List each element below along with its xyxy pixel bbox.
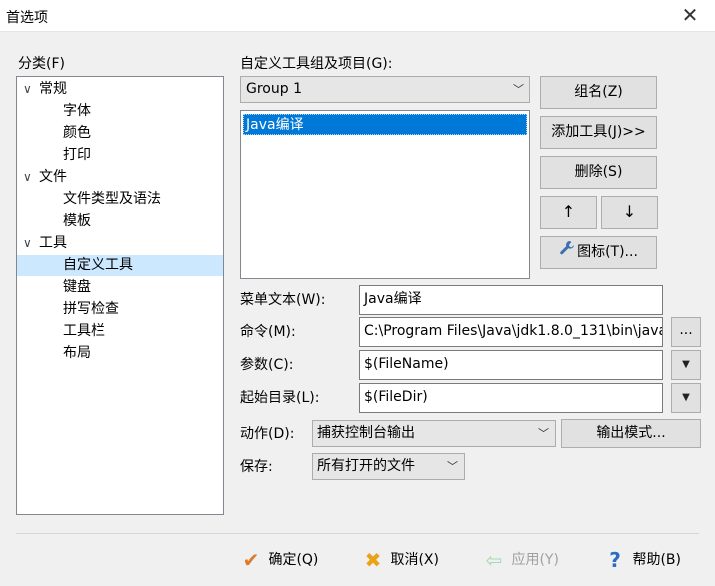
- group-name-button[interactable]: 组名(Z): [540, 76, 657, 109]
- menu-text-label: 菜单文本(W):: [240, 292, 326, 308]
- tree-item[interactable]: 键盘: [17, 277, 223, 298]
- tree-item[interactable]: 文件类型及语法: [17, 189, 223, 210]
- category-label: 分类(F): [18, 56, 65, 72]
- args-label: 参数(C):: [240, 357, 294, 373]
- tree-item-label: 键盘: [63, 279, 91, 295]
- args-input[interactable]: $(FileName): [359, 350, 663, 380]
- tree-item[interactable]: 打印: [17, 145, 223, 166]
- args-dropdown-button[interactable]: ▼: [671, 350, 701, 380]
- tree-item-label: 工具: [39, 235, 67, 251]
- tree-item[interactable]: 颜色: [17, 123, 223, 144]
- tree-item-label: 模板: [63, 213, 91, 229]
- tree-item-label: 文件类型及语法: [63, 191, 161, 207]
- tree-item[interactable]: ∨ 文件: [17, 167, 223, 188]
- save-label: 保存:: [240, 459, 273, 475]
- tree-item[interactable]: 布局: [17, 343, 223, 364]
- save-select-value: 所有打开的文件: [317, 458, 415, 474]
- tree-item[interactable]: ∨ 常规: [17, 79, 223, 100]
- apply-button[interactable]: ⇦ 应用(Y): [481, 547, 559, 573]
- question-icon: ?: [609, 548, 621, 572]
- tree-item-label: 自定义工具: [63, 257, 133, 273]
- tree-item[interactable]: ∨ 工具: [17, 233, 223, 254]
- tree-item-label: 打印: [63, 147, 91, 163]
- close-icon[interactable]: ✕: [679, 4, 701, 26]
- output-mode-button[interactable]: 输出模式...: [561, 419, 701, 448]
- tool-list[interactable]: Java编译: [240, 110, 530, 279]
- command-label: 命令(M):: [240, 324, 296, 340]
- footer-divider: [16, 533, 699, 534]
- group-select-value: Group 1: [246, 81, 302, 97]
- check-icon: ✔: [242, 548, 260, 572]
- action-select-value: 捕获控制台输出: [317, 425, 415, 441]
- save-select[interactable]: 所有打开的文件 ﹀: [312, 453, 465, 480]
- tool-group-label: 自定义工具组及项目(G):: [240, 56, 393, 72]
- ok-button[interactable]: ✔ 确定(Q): [238, 547, 319, 573]
- title-bar: [0, 0, 715, 32]
- list-item[interactable]: Java编译: [243, 114, 527, 135]
- tree-item[interactable]: 模板: [17, 211, 223, 232]
- ok-label: 确定(Q): [268, 552, 319, 568]
- tree-item-label: 字体: [63, 103, 91, 119]
- tree-item[interactable]: 拼写检查: [17, 299, 223, 320]
- dir-input[interactable]: $(FileDir): [359, 383, 663, 413]
- command-input[interactable]: C:\Program Files\Java\jdk1.8.0_131\bin\j…: [359, 317, 663, 347]
- command-browse-button[interactable]: ...: [671, 317, 701, 347]
- cross-icon: ✖: [364, 548, 382, 572]
- cancel-label: 取消(X): [390, 552, 439, 568]
- move-up-button[interactable]: ↑: [540, 196, 597, 229]
- icon-button[interactable]: 图标(T)...: [540, 236, 657, 269]
- arrow-left-icon: ⇦: [485, 548, 503, 572]
- help-button[interactable]: ? 帮助(B): [602, 547, 681, 573]
- tree-item-label: 布局: [63, 345, 91, 361]
- help-label: 帮助(B): [632, 552, 681, 568]
- move-down-button[interactable]: ↓: [601, 196, 658, 229]
- apply-label: 应用(Y): [511, 552, 559, 568]
- chevron-down-icon[interactable]: ∨: [23, 233, 39, 254]
- icon-button-label: 图标(T)...: [577, 244, 638, 260]
- tree-item-label: 拼写检查: [63, 301, 119, 317]
- tree-item-label: 颜色: [63, 125, 91, 141]
- action-label: 动作(D):: [240, 426, 295, 442]
- tree-item[interactable]: 工具栏: [17, 321, 223, 342]
- tree-item-label: 常规: [39, 81, 67, 97]
- chevron-down-icon[interactable]: ∨: [23, 79, 39, 100]
- add-tool-button[interactable]: 添加工具(J)>>: [540, 116, 657, 149]
- group-select[interactable]: Group 1 ﹀: [240, 76, 530, 103]
- window-title: 首选项: [6, 10, 48, 26]
- delete-button[interactable]: 删除(S): [540, 156, 657, 189]
- cancel-button[interactable]: ✖ 取消(X): [360, 547, 439, 573]
- chevron-down-icon: ﹀: [538, 427, 549, 440]
- chevron-down-icon: ﹀: [447, 460, 458, 473]
- tree-item-label: 工具栏: [63, 323, 105, 339]
- category-tree[interactable]: ∨ 常规 字体 颜色 打印 ∨ 文件 文件类型及语法 模板 ∨ 工具 自定义工具 键盘 拼写检查 工具栏 布局: [16, 76, 224, 515]
- menu-text-input[interactable]: Java编译: [359, 285, 663, 315]
- tree-item[interactable]: 字体: [17, 101, 223, 122]
- wrench-icon: [559, 237, 575, 267]
- dir-label: 起始目录(L):: [240, 390, 320, 406]
- tree-item-label: 文件: [39, 169, 67, 185]
- chevron-down-icon[interactable]: ∨: [23, 167, 39, 188]
- action-select[interactable]: 捕获控制台输出 ﹀: [312, 420, 556, 447]
- chevron-down-icon: ﹀: [513, 83, 524, 96]
- tree-item[interactable]: 自定义工具: [17, 255, 223, 276]
- dir-dropdown-button[interactable]: ▼: [671, 383, 701, 413]
